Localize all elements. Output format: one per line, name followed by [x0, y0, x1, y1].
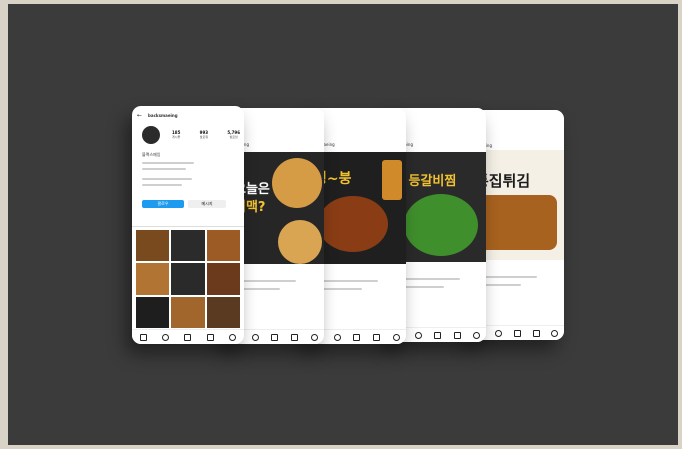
beer-glass: [382, 160, 402, 200]
shop-icon[interactable]: [532, 329, 540, 337]
search-icon[interactable]: [251, 333, 259, 341]
search-icon[interactable]: [495, 329, 503, 337]
grid-thumb[interactable]: [136, 296, 170, 328]
profile-icon[interactable]: [229, 333, 237, 341]
reels-icon[interactable]: [434, 331, 442, 339]
search-icon[interactable]: [415, 331, 423, 339]
grid-thumb[interactable]: [136, 230, 170, 262]
food-pizza: [278, 220, 322, 264]
food-galbi-bowl: [404, 194, 478, 256]
grid-thumb[interactable]: [206, 296, 240, 328]
stat-label: 게시물: [172, 135, 181, 139]
grid-thumb[interactable]: [206, 230, 240, 262]
grid-tabs: [132, 216, 244, 227]
profile-icon[interactable]: [392, 333, 400, 341]
caption-line: [316, 280, 378, 282]
stat-label: 팔로워: [199, 135, 208, 139]
shop-icon[interactable]: [453, 331, 461, 339]
shop-icon[interactable]: [373, 333, 381, 341]
follow-button[interactable]: 팔로우: [142, 200, 184, 208]
reels-icon[interactable]: [271, 333, 279, 341]
stat-posts: 185 게시물: [172, 130, 180, 139]
bottom-nav: [132, 329, 244, 344]
caption-line: [477, 276, 537, 278]
grid-thumb[interactable]: [171, 296, 205, 328]
shop-icon[interactable]: [206, 333, 214, 341]
search-icon[interactable]: [162, 333, 170, 341]
profile-username: backsmaeing: [148, 113, 178, 118]
profile-icon[interactable]: [472, 331, 480, 339]
reels-icon[interactable]: [184, 333, 192, 341]
grid-thumb[interactable]: [171, 230, 205, 262]
caption-line: [398, 278, 460, 280]
profile-icon[interactable]: [551, 329, 559, 337]
avatar: [142, 126, 160, 144]
food-fried-chicken: [477, 195, 557, 250]
post-grid: [136, 230, 240, 328]
phone-screen-profile: ← backsmaeing 185 게시물 993 팔로워 5,796 팔로잉 …: [132, 106, 244, 344]
profile-name: 블랙스매잉: [142, 152, 161, 157]
profile-stats: 185 게시물 993 팔로워 5,796 팔로잉: [172, 130, 240, 139]
message-button[interactable]: 메시지: [188, 200, 226, 208]
mockup-background: maeing 통집튀김 maeing 로 등갈비찜: [8, 4, 678, 445]
food-chicken-wings: [318, 196, 388, 252]
reels-icon[interactable]: [513, 329, 521, 337]
search-icon[interactable]: [333, 333, 341, 341]
stat-following: 5,796 팔로잉: [227, 130, 240, 139]
shop-icon[interactable]: [291, 333, 299, 341]
back-arrow-icon[interactable]: ←: [137, 112, 142, 119]
bio-line: [142, 178, 192, 180]
bio-line: [142, 168, 186, 170]
grid-thumb[interactable]: [171, 263, 205, 295]
bio-line: [142, 162, 194, 164]
bio-line: [142, 184, 182, 186]
reels-icon[interactable]: [353, 333, 361, 341]
grid-thumb[interactable]: [206, 263, 240, 295]
stat-label: 팔로잉: [229, 135, 238, 139]
home-icon[interactable]: [139, 333, 147, 341]
stat-followers: 993 팔로워: [200, 130, 208, 139]
grid-thumb[interactable]: [136, 263, 170, 295]
food-pizza: [272, 158, 322, 208]
profile-icon[interactable]: [310, 333, 318, 341]
